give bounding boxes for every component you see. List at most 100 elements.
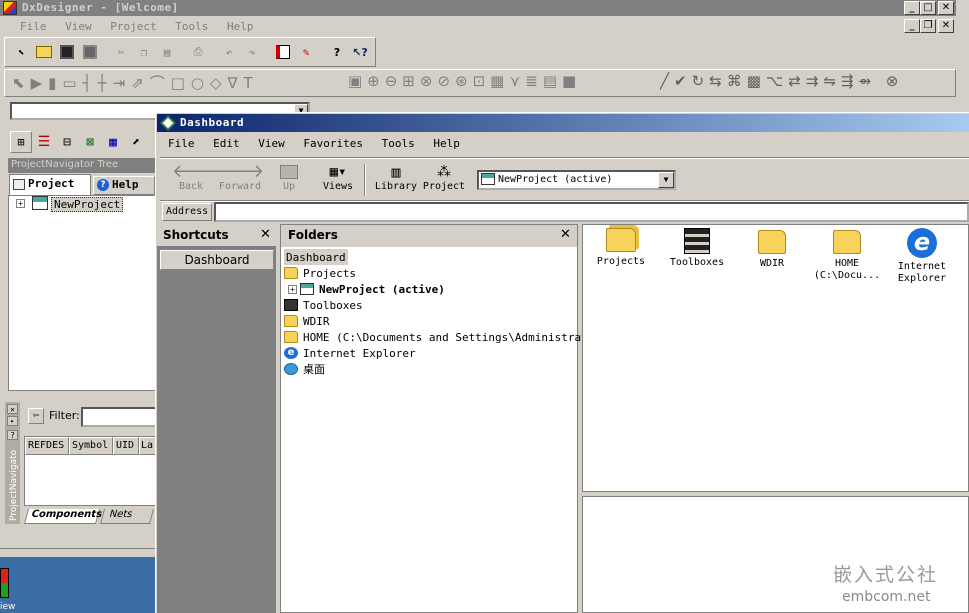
tree-expand-icon[interactable]: + [16, 199, 25, 208]
back-arrow-icon: 🡐 [172, 161, 221, 182]
paste-icon[interactable]: ▤ [156, 41, 178, 63]
up-folder-icon [280, 165, 298, 179]
tab-components[interactable]: Components [23, 509, 103, 524]
nav-hierarchy-icon[interactable]: ⊟ [56, 131, 78, 153]
tree-expand-icon[interactable]: + [288, 284, 297, 294]
folders-close-icon[interactable]: ✕ [560, 227, 571, 242]
large-icon-projects[interactable]: Projects [591, 228, 651, 288]
folder-item-projects[interactable]: Projects [284, 265, 356, 281]
column-refdes[interactable]: REFDES [25, 437, 69, 455]
nav-chart-icon[interactable]: ▦ [102, 131, 124, 153]
print-icon[interactable]: ⎙ [187, 41, 209, 63]
mdi-close-button[interactable]: ✕ [938, 19, 954, 33]
mdi-minimize-button[interactable]: _ [904, 19, 920, 33]
redo-icon[interactable]: ↷ [241, 41, 263, 63]
dash-menu-file[interactable]: File [168, 137, 195, 150]
save-icon[interactable] [56, 41, 78, 63]
folder-item-home[interactable]: HOME (C:\Documents and Settings\Administ… [284, 329, 601, 345]
tools-icon[interactable]: ✎ [295, 41, 317, 63]
folder-item-wdir[interactable]: WDIR [284, 313, 330, 329]
folder-root-label: Dashboard [286, 250, 346, 264]
shortcuts-title: Shortcuts [163, 228, 229, 242]
shortcut-dashboard-button[interactable]: Dashboard [160, 250, 274, 270]
large-icon-internet-explorer[interactable]: e Internet Explorer [893, 228, 951, 288]
column-la[interactable]: La [139, 437, 156, 455]
views-icon: ▦▾ [329, 164, 347, 180]
help-icon[interactable]: ? [326, 41, 348, 63]
edit-tools-row[interactable]: ╱✔↻⇆⌘▩⌥⇄⇉⇋⇶⇴ ⊗ [660, 72, 956, 90]
navigator-header: ProjectNavigator Tree [8, 158, 156, 173]
schematic-tools-row[interactable]: ⬉▶▮▭┤┼⇥⇗⌒□○◇∇T [12, 72, 347, 93]
folder-item-desktop[interactable]: 桌面 [284, 361, 325, 377]
icon-label: Toolboxes [669, 257, 725, 268]
open-folder-icon[interactable] [33, 41, 55, 63]
combo-project-icon [481, 173, 495, 185]
properties-icon[interactable] [272, 41, 294, 63]
address-input[interactable] [214, 202, 969, 222]
desktop-icon-label: iew [0, 602, 16, 612]
dash-menu-favorites[interactable]: Favorites [303, 137, 363, 150]
zoom-tools-row[interactable]: ▣⊕⊖⊞⊗⊘⊛⊡▦⋎≣▤■ [348, 72, 653, 90]
project-tab-icon [13, 178, 25, 190]
tab-nets[interactable]: Nets [99, 509, 155, 524]
folder-item-internet-explorer[interactable]: e Internet Explorer [284, 345, 416, 361]
nav-pointer-icon[interactable]: ⬈ [125, 131, 147, 153]
side-arrow-icon[interactable]: ▸ [7, 416, 18, 426]
nav-list-icon[interactable]: ☰ [33, 131, 55, 153]
filter-input[interactable] [81, 407, 157, 427]
copy-icon[interactable]: ❐ [133, 41, 155, 63]
dash-menu-edit[interactable]: Edit [213, 137, 240, 150]
menu-project[interactable]: Project [110, 20, 156, 33]
tab-help[interactable]: ? Help [93, 176, 155, 195]
back-button[interactable]: 🡐 Back [172, 161, 221, 197]
dash-menu-tools[interactable]: Tools [382, 137, 415, 150]
large-icon-toolboxes[interactable]: Toolboxes [664, 228, 730, 288]
dashboard-menubar: File Edit View Favorites Tools Help [160, 136, 969, 156]
column-uid[interactable]: UID [113, 437, 139, 455]
folder-item-newproject[interactable]: + NewProject (active) [288, 281, 445, 297]
nav-network-icon[interactable]: ⊠ [79, 131, 101, 153]
minimize-button[interactable]: _ [904, 1, 920, 15]
folder-item-toolboxes[interactable]: Toolboxes [284, 297, 363, 313]
project-button[interactable]: ⁂ Project [421, 163, 467, 197]
folder-label: Projects [303, 266, 356, 280]
project-network-icon: ⁂ [437, 164, 451, 180]
dash-menu-help[interactable]: Help [433, 137, 460, 150]
combo-dropdown-arrow[interactable]: ▼ [658, 172, 674, 188]
forward-arrow-icon: 🡒 [215, 161, 265, 182]
tree-item-newproject[interactable]: NewProject [51, 197, 124, 212]
icon-label: HOME [834, 258, 860, 269]
side-close-icon[interactable]: ✕ [7, 404, 18, 414]
column-symbol[interactable]: Symbol [69, 437, 113, 455]
up-button[interactable]: Up [276, 163, 302, 197]
large-icon-wdir[interactable]: WDIR [745, 228, 799, 288]
shortcuts-pane [157, 224, 276, 613]
select-pointer-icon[interactable]: ⬉ [10, 41, 32, 63]
folder-tree: Dashboard Projects + NewProject (active)… [284, 249, 601, 389]
cut-icon[interactable]: ✂ [110, 41, 132, 63]
forward-button[interactable]: 🡒 Forward [215, 163, 265, 197]
folder-item-dashboard[interactable]: Dashboard [284, 249, 348, 265]
library-button[interactable]: ▥ Library [372, 163, 420, 197]
nav-tree-icon[interactable]: ⊞ [10, 131, 32, 153]
active-project-combo[interactable]: NewProject (active) [477, 170, 676, 190]
menu-view[interactable]: View [65, 20, 92, 33]
views-button[interactable]: ▦▾ Views [318, 163, 358, 197]
watermark-url: embcom.net [842, 589, 931, 605]
large-icon-home[interactable]: HOME (C:\Docu... [813, 228, 881, 288]
desktop-app-icon[interactable] [0, 568, 9, 598]
context-help-icon[interactable]: ↖? [349, 41, 371, 63]
dashboard-title: Dashboard [180, 116, 245, 129]
dash-menu-view[interactable]: View [258, 137, 285, 150]
menu-tools[interactable]: Tools [175, 20, 208, 33]
close-button[interactable]: ✕ [938, 1, 954, 15]
save-all-icon[interactable] [79, 41, 101, 63]
filter-back-icon[interactable]: ⇦ [28, 408, 44, 424]
maximize-button[interactable]: □ [920, 1, 936, 15]
undo-icon[interactable]: ↶ [218, 41, 240, 63]
menu-help[interactable]: Help [227, 20, 254, 33]
menu-file[interactable]: File [20, 20, 47, 33]
shortcuts-close-icon[interactable]: ✕ [260, 227, 271, 242]
mdi-restore-button[interactable]: ❐ [920, 19, 936, 33]
tab-project[interactable]: Project [9, 174, 91, 195]
